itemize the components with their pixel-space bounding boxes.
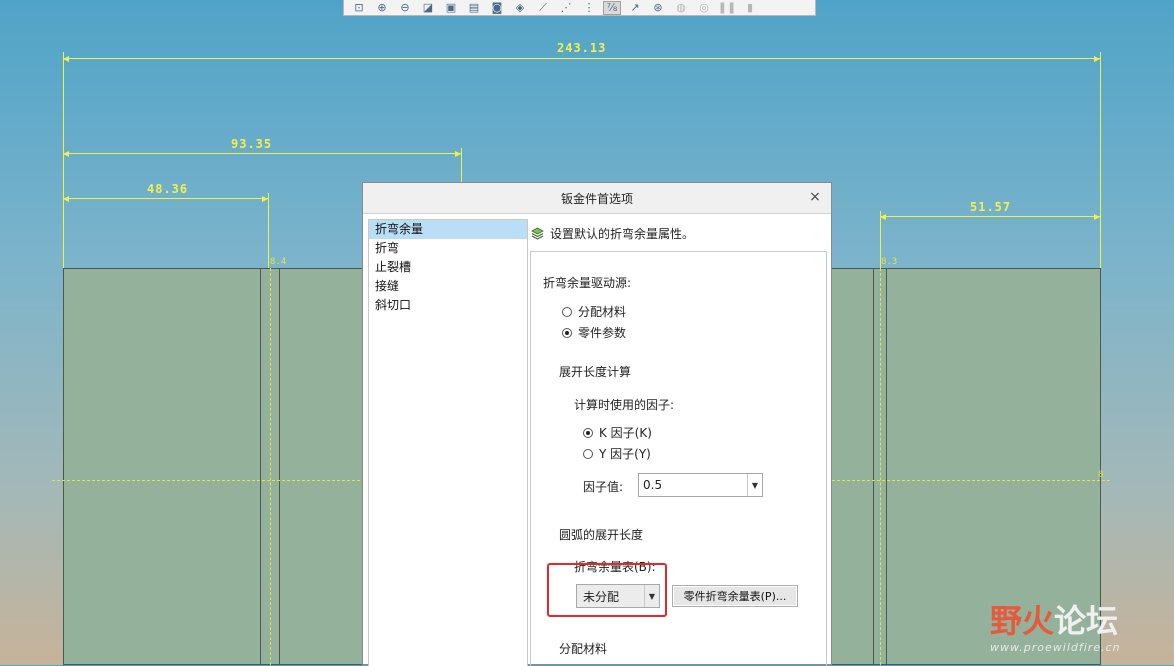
- csys-display-icon[interactable]: ⅞: [603, 0, 621, 15]
- drive-source-label: 折弯余量驱动源:: [543, 276, 632, 290]
- watermark-text: 论坛: [1054, 602, 1119, 640]
- dimension-line-93: [63, 151, 461, 157]
- dimension-line-48: [63, 196, 268, 202]
- point-display-icon[interactable]: ⋮: [580, 1, 598, 15]
- edge-line: [260, 268, 261, 665]
- bend-line: [270, 268, 271, 665]
- disabled-tool-icon[interactable]: ◎: [695, 1, 713, 15]
- dimension-line-overall: [63, 56, 1100, 62]
- category-list: 折弯余量 折弯 止裂槽 接缝 斜切口: [368, 219, 528, 666]
- nav-item-bend-allowance[interactable]: 折弯余量: [369, 220, 527, 239]
- section-heading-text: 设置默认的折弯余量属性。: [550, 227, 695, 241]
- disabled-tool-icon[interactable]: ▮: [741, 1, 759, 15]
- repaint-icon[interactable]: ◪: [419, 1, 437, 15]
- radio-button-selected[interactable]: [583, 427, 593, 438]
- radio-button[interactable]: [583, 448, 593, 459]
- center-mark: 8: [1098, 470, 1104, 480]
- factor-value-combo[interactable]: 0.5 ▼: [638, 473, 763, 497]
- extension-line: [63, 52, 64, 268]
- display-style-icon[interactable]: ◈: [511, 1, 529, 15]
- edge-line: [886, 268, 887, 665]
- edge-line: [873, 268, 874, 665]
- dimension-line-51: [880, 214, 1100, 220]
- highlight-box: [547, 563, 667, 617]
- extension-line: [461, 148, 462, 182]
- radio-y-factor[interactable]: Y 因子(Y): [583, 445, 651, 462]
- nav-item-bend[interactable]: 折弯: [369, 239, 527, 258]
- bend-mark-left: 8.4: [270, 257, 287, 267]
- nav-item-relief[interactable]: 止裂槽: [369, 258, 527, 277]
- extension-line: [1100, 52, 1101, 268]
- axis-display-icon[interactable]: ⋰: [557, 1, 575, 15]
- radio-label: K 因子(K): [599, 426, 652, 440]
- radio-part-parameters[interactable]: 零件参数: [562, 324, 626, 341]
- radio-k-factor[interactable]: K 因子(K): [583, 424, 652, 441]
- spin-center-icon[interactable]: ⊛: [649, 1, 667, 15]
- dimension-51[interactable]: 51.57: [970, 200, 1011, 214]
- section-heading: 设置默认的折弯余量属性。: [531, 225, 694, 242]
- pause-icon[interactable]: ❚❚: [718, 1, 736, 15]
- edge-line: [279, 268, 280, 665]
- bend-mark-right: 8.3: [881, 257, 898, 267]
- annotation-display-icon[interactable]: ↗: [626, 1, 644, 15]
- dialog-titlebar[interactable]: 钣金件首选项 ×: [363, 183, 831, 214]
- close-icon[interactable]: ×: [808, 189, 822, 205]
- dimension-48[interactable]: 48.36: [147, 182, 188, 196]
- zoom-out-icon[interactable]: ⊖: [396, 1, 414, 15]
- zoom-in-icon[interactable]: ⊕: [373, 1, 391, 15]
- radio-button-selected[interactable]: [562, 327, 572, 338]
- nav-item-miter[interactable]: 斜切口: [369, 296, 527, 315]
- radio-label: 分配材料: [578, 305, 627, 319]
- plane-display-icon[interactable]: ⟋: [534, 1, 552, 15]
- dimension-93[interactable]: 93.35: [231, 137, 272, 151]
- view-manager-icon[interactable]: ▣: [442, 1, 460, 15]
- part-bend-table-button[interactable]: 零件折弯余量表(P)...: [672, 585, 798, 607]
- arc-length-label: 圆弧的展开长度: [559, 528, 644, 542]
- watermark-logo: 野火 论坛: [990, 596, 1118, 642]
- assign-material-label: 分配材料: [559, 642, 608, 656]
- factor-value-label: 因子值:: [583, 480, 624, 494]
- radio-label: 零件参数: [578, 326, 627, 340]
- unfold-length-label: 展开长度计算: [559, 365, 632, 379]
- radio-label: Y 因子(Y): [599, 447, 651, 461]
- bend-line: [880, 268, 881, 665]
- sheetmetal-icon: [531, 227, 544, 240]
- watermark-url: www.proewildfire.cn: [990, 641, 1121, 654]
- zoom-fit-icon[interactable]: ⊡: [350, 1, 368, 15]
- watermark-text: 野火: [990, 602, 1055, 640]
- radio-assign-material[interactable]: 分配材料: [562, 303, 626, 320]
- dimension-overall[interactable]: 243.13: [557, 41, 606, 55]
- chevron-down-icon[interactable]: ▼: [747, 474, 762, 496]
- factor-value[interactable]: 0.5: [639, 478, 747, 492]
- radio-button[interactable]: [562, 306, 572, 317]
- nav-item-seam[interactable]: 接缝: [369, 277, 527, 296]
- dialog-title: 钣金件首选项: [560, 191, 633, 206]
- saved-views-icon[interactable]: ▤: [465, 1, 483, 15]
- disabled-tool-icon[interactable]: ◍: [672, 1, 690, 15]
- extension-line: [268, 193, 269, 268]
- graphics-toolbar: ⊡ ⊕ ⊖ ◪ ▣ ▤ ◙ ◈ ⟋ ⋰ ⋮ ⅞ ↗ ⊛ ◍ ◎ ❚❚ ▮: [343, 0, 816, 16]
- camera-icon[interactable]: ◙: [488, 1, 506, 15]
- factor-used-label: 计算时使用的因子:: [574, 398, 675, 412]
